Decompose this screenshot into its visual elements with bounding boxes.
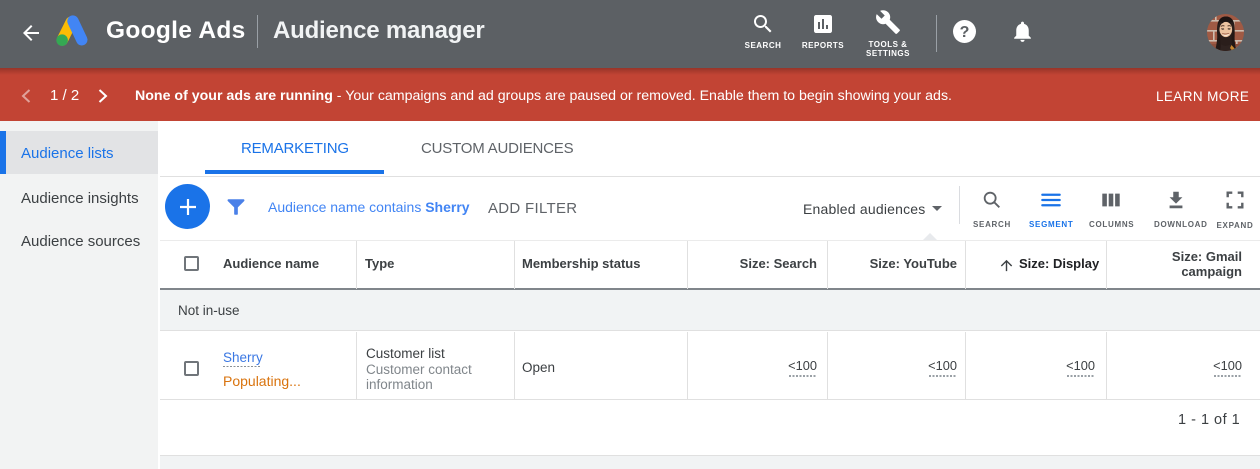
svg-text:?: ? [960, 24, 970, 41]
